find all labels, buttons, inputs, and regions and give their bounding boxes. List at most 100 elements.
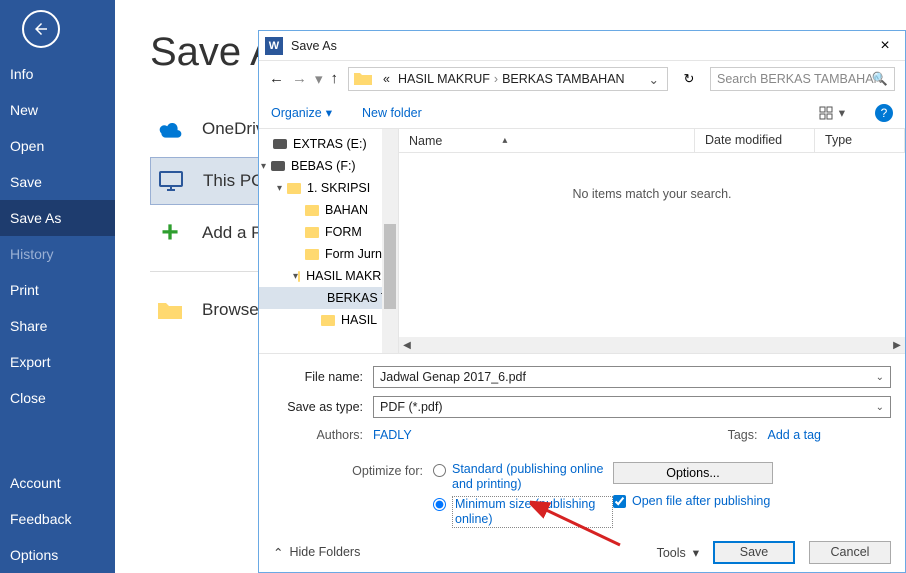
breadcrumb-pre[interactable]: «: [379, 72, 394, 86]
search-input[interactable]: Search BERKAS TAMBAHAN 🔍: [710, 67, 895, 91]
tree-scrollbar[interactable]: [382, 129, 398, 353]
location-label: Browse: [202, 300, 259, 320]
word-backstage-sidebar: Info New Open Save Save As History Print…: [0, 0, 115, 573]
filename-input[interactable]: Jadwal Genap 2017_6.pdf⌄: [373, 366, 891, 388]
tree-folder-skripsi[interactable]: ▾1. SKRIPSI: [259, 177, 398, 199]
address-bar[interactable]: « HASIL MAKRUF › BERKAS TAMBAHAN ⌄: [348, 67, 668, 91]
tree-drive-extras[interactable]: EXTRAS (E:): [259, 133, 398, 155]
column-name[interactable]: Name▴: [399, 129, 695, 152]
sidebar-item-history: History: [0, 236, 115, 272]
save-button[interactable]: Save: [713, 541, 795, 564]
folder-icon: [353, 71, 373, 87]
back-button[interactable]: [22, 10, 60, 48]
toolbar: Organize ▾ New folder ▾ ?: [259, 97, 905, 129]
search-icon: 🔍: [872, 71, 888, 87]
folder-icon: [298, 271, 300, 282]
chevron-down-icon: ▾: [261, 161, 271, 172]
nav-recent-dropdown[interactable]: ▾: [315, 70, 323, 88]
column-type[interactable]: Type: [815, 129, 905, 152]
folder-icon: [321, 315, 335, 326]
openafter-checkbox[interactable]: Open file after publishing: [613, 494, 770, 508]
folder-icon: [287, 183, 301, 194]
sidebar-item-close[interactable]: Close: [0, 380, 115, 416]
scroll-left-icon[interactable]: ◀: [399, 340, 415, 351]
tree-folder-hasilmakruf[interactable]: ▾HASIL MAKRUF: [259, 265, 398, 287]
breadcrumb-a[interactable]: HASIL MAKRUF: [394, 72, 494, 86]
word-icon: W: [265, 37, 283, 55]
location-label: This PC: [203, 171, 263, 191]
tree-folder-hasil[interactable]: HASIL: [259, 309, 398, 331]
optimize-label: Optimize for:: [273, 462, 433, 478]
column-date[interactable]: Date modified: [695, 129, 815, 152]
tools-menu[interactable]: Tools ▾: [657, 545, 699, 560]
saveas-dialog: W Save As × ← → ▾ ↑ « HASIL MAKRUF › BER…: [258, 30, 906, 573]
options-button[interactable]: Options...: [613, 462, 773, 484]
folder-icon: [305, 227, 319, 238]
drive-icon: [273, 139, 287, 149]
sidebar-item-share[interactable]: Share: [0, 308, 115, 344]
tree-drive-bebas[interactable]: ▾BEBAS (F:): [259, 155, 398, 177]
sidebar-item-feedback[interactable]: Feedback: [0, 501, 115, 537]
search-placeholder: Search BERKAS TAMBAHAN: [717, 72, 883, 86]
nav-back[interactable]: ←: [269, 70, 284, 88]
sidebar-item-save[interactable]: Save: [0, 164, 115, 200]
plus-icon: +: [156, 221, 184, 245]
sidebar-item-new[interactable]: New: [0, 92, 115, 128]
nav-forward[interactable]: →: [292, 70, 307, 88]
view-options[interactable]: ▾: [819, 105, 845, 120]
empty-message: No items match your search.: [399, 153, 905, 337]
chevron-down-icon: ▾: [326, 105, 332, 120]
radio-standard[interactable]: Standard (publishing online and printing…: [433, 462, 613, 492]
sidebar-item-options[interactable]: Options: [0, 537, 115, 573]
cancel-button[interactable]: Cancel: [809, 541, 891, 564]
file-columns-header: Name▴ Date modified Type: [399, 129, 905, 153]
view-icon: [819, 106, 835, 120]
chevron-down-icon[interactable]: ⌄: [876, 402, 884, 413]
folder-icon: [305, 205, 319, 216]
nav-row: ← → ▾ ↑ « HASIL MAKRUF › BERKAS TAMBAHAN…: [259, 61, 905, 97]
dialog-titlebar: W Save As ×: [259, 31, 905, 61]
authors-label: Authors:: [273, 428, 373, 442]
folder-icon: [156, 298, 184, 322]
dialog-title: Save As: [291, 39, 871, 53]
sidebar-item-open[interactable]: Open: [0, 128, 115, 164]
tree-folder-formjurnal[interactable]: Form Jurnal: [259, 243, 398, 265]
openafter-input[interactable]: [613, 495, 626, 508]
close-button[interactable]: ×: [871, 37, 899, 55]
cloud-icon: [156, 117, 184, 141]
monitor-icon: [157, 169, 185, 193]
tree-folder-form[interactable]: FORM: [259, 221, 398, 243]
hide-folders-toggle[interactable]: ⌃ Hide Folders: [273, 545, 360, 560]
chevron-down-icon: ▾: [839, 105, 845, 120]
sidebar-item-account[interactable]: Account: [0, 465, 115, 501]
savetype-select[interactable]: PDF (*.pdf)⌄: [373, 396, 891, 418]
sidebar-item-info[interactable]: Info: [0, 56, 115, 92]
dialog-footer: ⌃ Hide Folders Tools ▾ Save Cancel: [259, 532, 905, 572]
sidebar-item-saveas[interactable]: Save As: [0, 200, 115, 236]
organize-menu[interactable]: Organize ▾: [271, 105, 332, 120]
sidebar-item-export[interactable]: Export: [0, 344, 115, 380]
filename-label: File name:: [273, 370, 373, 384]
radio-minimum[interactable]: Minimum size (publishing online): [433, 496, 613, 528]
address-dropdown[interactable]: ⌄: [645, 72, 663, 87]
horizontal-scrollbar[interactable]: ◀▶: [399, 337, 905, 353]
help-button[interactable]: ?: [875, 104, 893, 122]
tree-folder-berkastambahan[interactable]: BERKAS TAMBAHAN: [259, 287, 398, 309]
sidebar-item-print[interactable]: Print: [0, 272, 115, 308]
scrollbar-thumb[interactable]: [384, 224, 396, 309]
authors-value[interactable]: FADLY: [373, 428, 412, 442]
drive-icon: [271, 161, 285, 171]
tags-value[interactable]: Add a tag: [767, 428, 821, 442]
nav-up[interactable]: ↑: [331, 70, 339, 88]
radio-standard-input[interactable]: [433, 464, 446, 477]
radio-minimum-input[interactable]: [433, 498, 446, 511]
newfolder-button[interactable]: New folder: [362, 106, 422, 120]
tags-label: Tags:: [728, 428, 768, 442]
tree-folder-bahan[interactable]: BAHAN: [259, 199, 398, 221]
scroll-right-icon[interactable]: ▶: [889, 340, 905, 351]
chevron-down-icon[interactable]: ⌄: [876, 372, 884, 383]
breadcrumb-b[interactable]: BERKAS TAMBAHAN: [498, 72, 629, 86]
refresh-button[interactable]: ↻: [678, 68, 700, 90]
chevron-down-icon: ▾: [277, 183, 287, 194]
divider: [150, 271, 270, 272]
